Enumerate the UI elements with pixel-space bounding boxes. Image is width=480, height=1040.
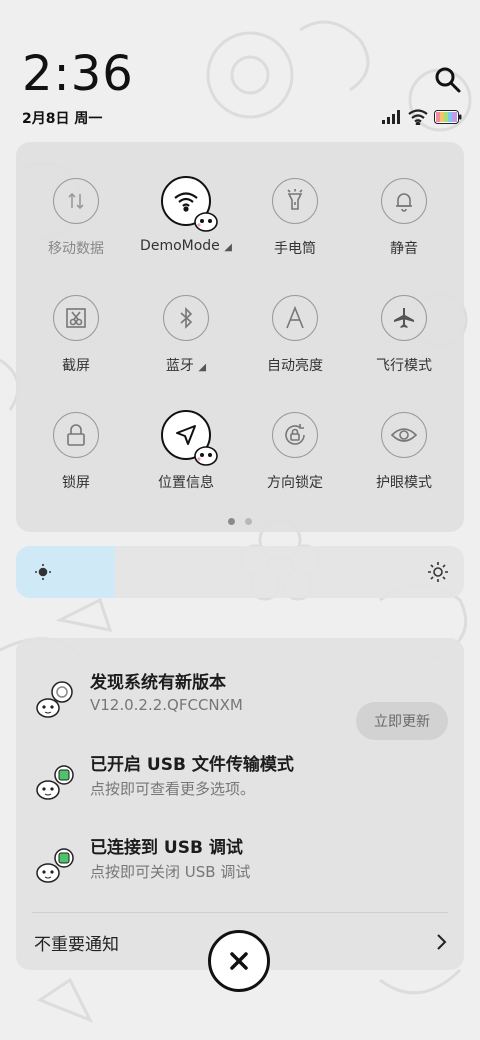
location-icon xyxy=(161,410,218,466)
close-icon xyxy=(230,952,248,970)
brightness-low-icon xyxy=(35,564,51,580)
screenshot-icon xyxy=(53,295,99,341)
clear-all-button[interactable] xyxy=(208,930,270,992)
tile-label: 飞行模式 xyxy=(376,358,432,374)
sticker-icon xyxy=(194,446,218,466)
notification-subtitle: 点按即可关闭 USB 调试 xyxy=(90,863,251,881)
notification-panel: 发现系统有新版本 V12.0.2.2.QFCCNXM 立即更新 已开启 USB … xyxy=(16,638,464,970)
airplane-icon xyxy=(381,295,427,341)
notification-item[interactable]: 发现系统有新版本 V12.0.2.2.QFCCNXM 立即更新 xyxy=(16,668,464,740)
page-dot xyxy=(245,518,252,525)
sticker-icon xyxy=(194,212,218,232)
search-icon[interactable] xyxy=(434,66,462,94)
system-update-app-icon xyxy=(36,681,73,718)
quick-settings-panel: 移动数据 DemoMode ◢ 手电筒 静音 截屏 蓝牙 ◢ 自动亮度 飞行模式… xyxy=(16,142,464,532)
notification-title: 发现系统有新版本 xyxy=(90,673,226,693)
mobile-data-icon xyxy=(53,178,99,224)
lock-icon xyxy=(53,412,99,458)
date: 2月8日 周一 xyxy=(22,111,103,127)
divider xyxy=(32,912,448,913)
tile-label: 蓝牙 xyxy=(165,358,194,374)
clock: 2:36 xyxy=(22,46,134,102)
brightness-fill xyxy=(16,546,115,598)
rotation-lock-icon xyxy=(272,412,318,458)
tile-label: 方向锁定 xyxy=(267,475,323,491)
usb-debug-app-icon xyxy=(36,848,74,883)
tile-label: DemoMode xyxy=(140,238,220,254)
auto-brightness-icon xyxy=(272,295,318,341)
notification-title: 已开启 USB 文件传输模式 xyxy=(90,755,294,775)
expand-caret-icon: ◢ xyxy=(198,362,207,373)
signal-icon xyxy=(382,110,400,124)
tile-screenshot[interactable]: 截屏 xyxy=(21,295,131,395)
update-now-button[interactable]: 立即更新 xyxy=(356,702,448,740)
status-icons xyxy=(382,108,462,126)
bell-icon xyxy=(381,178,427,224)
wifi-icon xyxy=(408,109,428,125)
battery-icon xyxy=(434,110,462,124)
tile-label: 位置信息 xyxy=(158,475,214,491)
tile-auto-brightness[interactable]: 自动亮度 xyxy=(240,295,350,395)
tile-silent[interactable]: 静音 xyxy=(349,178,459,278)
flashlight-icon xyxy=(272,178,318,224)
brightness-slider[interactable] xyxy=(16,546,464,598)
notification-subtitle: V12.0.2.2.QFCCNXM xyxy=(90,696,243,714)
wifi-icon xyxy=(161,176,218,232)
tile-mobile-data[interactable]: 移动数据 xyxy=(21,178,131,278)
page-indicator xyxy=(16,518,464,525)
bluetooth-icon xyxy=(163,295,209,341)
expand-caret-icon: ◢ xyxy=(224,242,232,253)
chevron-right-icon[interactable] xyxy=(434,932,448,952)
eye-icon xyxy=(381,412,427,458)
tile-lock-screen[interactable]: 锁屏 xyxy=(21,412,131,512)
tile-label: 移动数据 xyxy=(48,241,104,257)
page-dot-active xyxy=(228,518,235,525)
tile-label: 静音 xyxy=(390,241,418,257)
notification-item[interactable]: 已连接到 USB 调试 点按即可关闭 USB 调试 xyxy=(16,833,464,903)
tile-label: 手电筒 xyxy=(274,241,316,257)
tile-label: 护眼模式 xyxy=(376,475,432,491)
tile-label: 截屏 xyxy=(62,358,90,374)
notification-subtitle: 点按即可查看更多选项。 xyxy=(90,780,256,798)
tile-rotation-lock[interactable]: 方向锁定 xyxy=(240,412,350,512)
notification-title: 已连接到 USB 调试 xyxy=(90,838,243,858)
tile-bluetooth[interactable]: 蓝牙 ◢ xyxy=(131,295,241,395)
tile-label: 自动亮度 xyxy=(267,358,323,374)
tile-label: 锁屏 xyxy=(62,475,90,491)
unimportant-notifications-link[interactable]: 不重要通知 xyxy=(34,930,119,955)
usb-app-icon xyxy=(36,765,74,800)
notification-item[interactable]: 已开启 USB 文件传输模式 点按即可查看更多选项。 xyxy=(16,750,464,820)
tile-flashlight[interactable]: 手电筒 xyxy=(240,178,350,278)
tile-location[interactable]: 位置信息 xyxy=(131,410,241,510)
tile-eye-care[interactable]: 护眼模式 xyxy=(349,412,459,512)
tile-wifi[interactable]: DemoMode ◢ xyxy=(131,176,241,276)
tile-airplane[interactable]: 飞行模式 xyxy=(349,295,459,395)
brightness-high-icon xyxy=(428,562,448,582)
